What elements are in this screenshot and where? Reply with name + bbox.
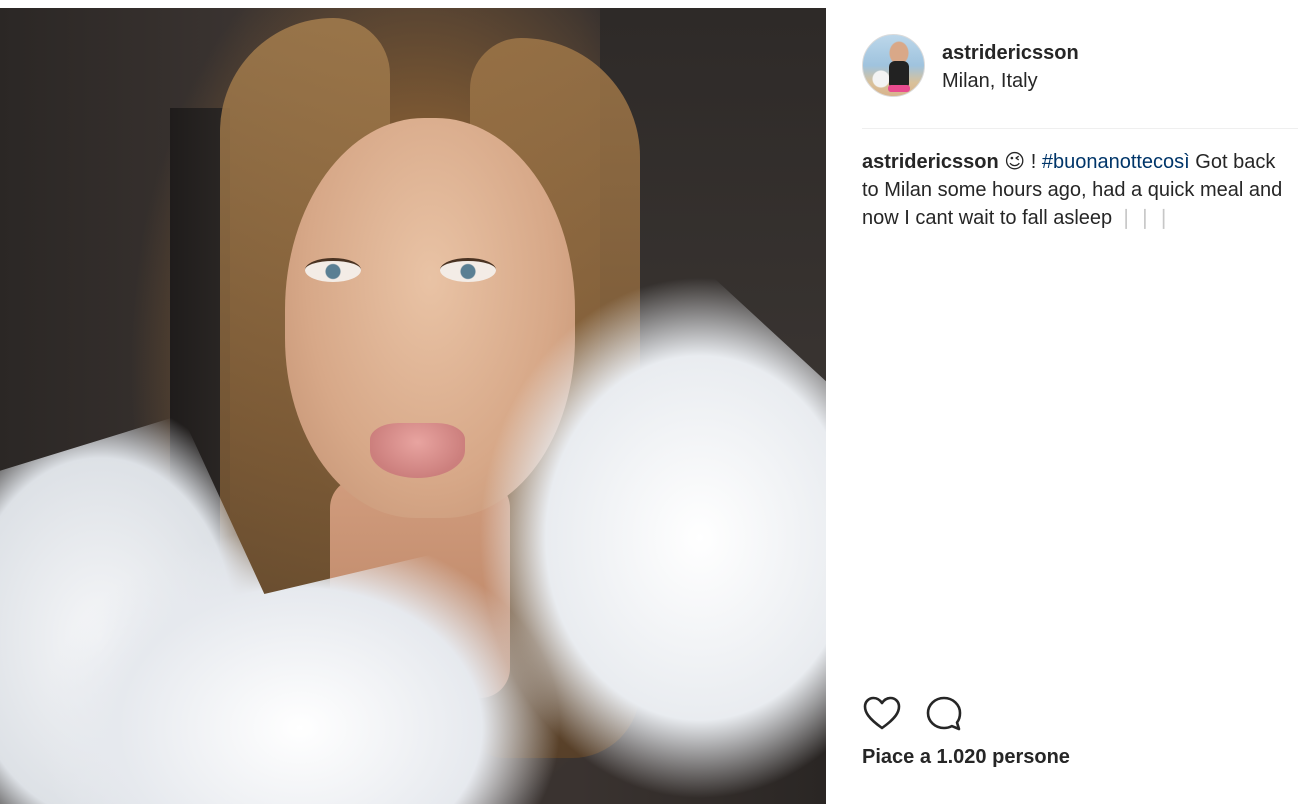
left-eye	[305, 258, 361, 282]
heart-icon[interactable]	[862, 694, 902, 734]
divider	[862, 128, 1298, 129]
avatar-figure	[889, 61, 909, 87]
header-username[interactable]: astridericsson	[942, 42, 1079, 65]
right-eye	[440, 258, 496, 282]
post-sidebar: astridericsson Milan, Italy astridericss…	[826, 0, 1298, 812]
caption-punct: !	[1025, 151, 1042, 173]
mouth	[370, 423, 465, 478]
likes-count[interactable]: Piace a 1.020 persone	[862, 746, 1070, 769]
avatar-accent	[888, 85, 910, 92]
caption: astridericsson 😉 ! #buonanottecosì Got b…	[862, 148, 1292, 232]
action-bar	[862, 694, 1062, 734]
post-header: astridericsson Milan, Italy	[862, 34, 1282, 98]
header-location[interactable]: Milan, Italy	[942, 70, 1038, 93]
caption-emoji: 😉	[1004, 151, 1026, 173]
caption-trailing-symbols: ❘❘❘	[1117, 207, 1174, 229]
caption-username[interactable]: astridericsson	[862, 151, 999, 173]
avatar[interactable]	[862, 34, 925, 97]
comment-icon[interactable]	[924, 694, 964, 734]
post-image[interactable]	[0, 8, 826, 804]
caption-hashtag[interactable]: #buonanottecosì	[1042, 151, 1190, 173]
